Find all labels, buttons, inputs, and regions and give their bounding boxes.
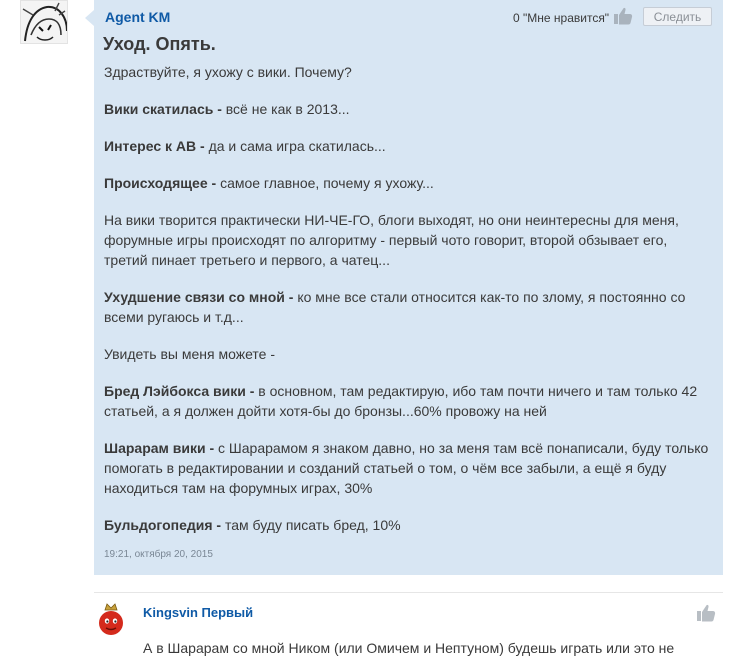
post-paragraph: Шарарам вики - с Шарарамом я знаком давн… — [104, 438, 709, 498]
paragraph-text: да и сама игра скатилась... — [208, 138, 386, 154]
likes-count: 0 "Мне нравится" — [513, 11, 610, 25]
paragraph-heading: Бред Лэйбокса вики - — [104, 383, 259, 399]
avatar-drawing — [22, 2, 67, 42]
red-creature-icon — [99, 603, 123, 635]
thumbs-up-icon[interactable] — [696, 604, 716, 627]
commenter-avatar[interactable] — [96, 601, 126, 637]
follow-button[interactable]: Следить — [643, 7, 712, 26]
paragraph-heading: Происходящее - — [104, 175, 221, 191]
post-paragraph: Увидеть вы меня можете - — [104, 344, 709, 364]
post-paragraph: Вики скатилась - всё не как в 2013... — [104, 99, 709, 119]
post-paragraph: На вики творится практически НИ-ЧЕ-ГО, б… — [104, 210, 709, 270]
post-paragraph: Интерес к АВ - да и сама игра скатилась.… — [104, 136, 709, 156]
author-avatar[interactable] — [20, 0, 68, 44]
post-body: Здраствуйте, я ухожу с вики. Почему? Вик… — [104, 62, 709, 552]
post-timestamp: 19:21, октября 20, 2015 — [104, 549, 213, 560]
comment-text: А в Шарарам со мной Ником (или Омичем и … — [143, 640, 675, 656]
paragraph-heading: Бульдогопедия - — [104, 517, 225, 533]
post-paragraph: Бред Лэйбокса вики - в основном, там ред… — [104, 381, 709, 421]
paragraph-heading: Шарарам вики - — [104, 440, 219, 456]
paragraph-heading: Интерес к АВ - — [104, 138, 209, 154]
comment-author-link[interactable]: Kingsvin Первый — [143, 605, 253, 620]
paragraph-heading: Вики скатилась - — [104, 101, 226, 117]
post-paragraph: Ухудшение связи со мной - ко мне все ста… — [104, 287, 709, 327]
paragraph-text: всё не как в 2013... — [225, 101, 350, 117]
blog-post: Agent KM 0 "Мне нравится" Следить Уход. … — [85, 0, 723, 575]
paragraph-text: На вики творится практически НИ-ЧЕ-ГО, б… — [104, 212, 679, 268]
paragraph-text: там буду писать бред, 10% — [224, 517, 401, 533]
post-intro: Здраствуйте, я ухожу с вики. Почему? — [104, 64, 352, 80]
post-author-link[interactable]: Agent KM — [105, 9, 170, 25]
thumbs-up-icon[interactable] — [613, 7, 633, 30]
paragraph-heading: Ухудшение связи со мной - — [104, 289, 298, 305]
paragraph-text: самое главное, почему я ухожу... — [220, 175, 434, 191]
paragraph-text: Увидеть вы меня можете - — [104, 346, 275, 362]
post-paragraph: Происходящее - самое главное, почему я у… — [104, 173, 709, 193]
post-title: Уход. Опять. — [103, 34, 216, 54]
post-paragraph: Бульдогопедия - там буду писать бред, 10… — [104, 515, 709, 535]
